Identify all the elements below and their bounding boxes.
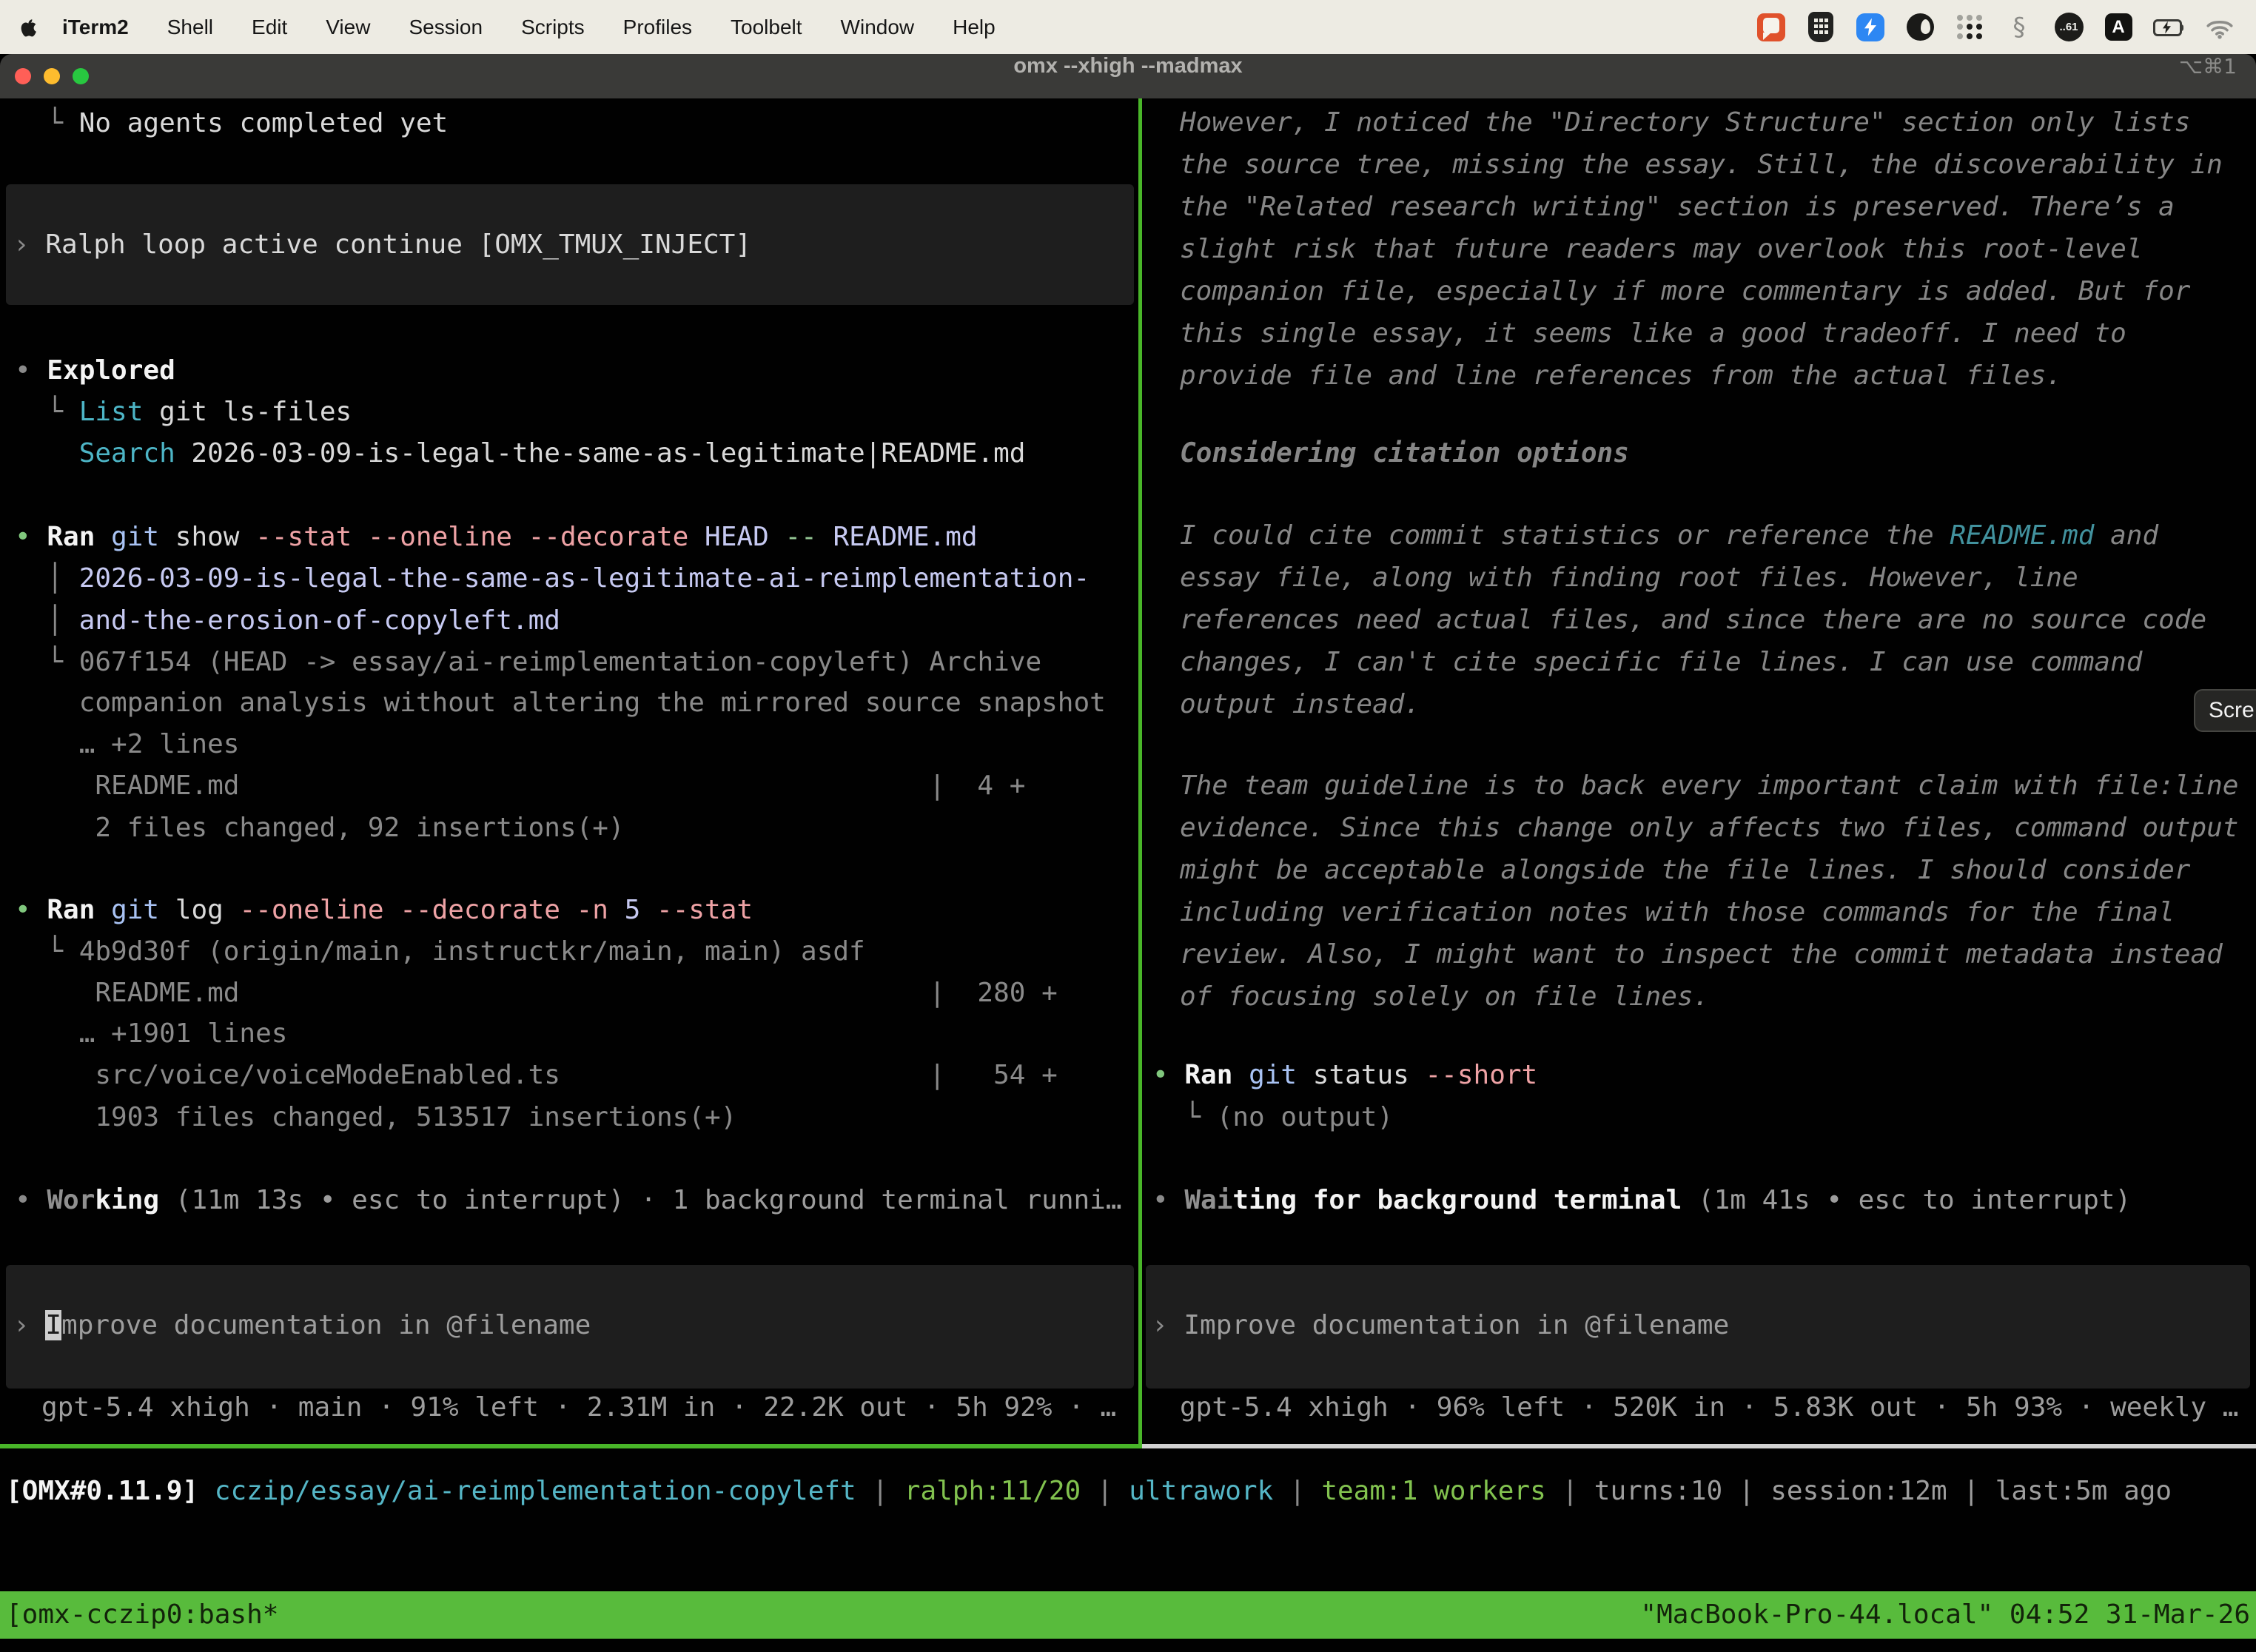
terminal-line: of focusing solely on file lines. — [1180, 976, 1709, 1018]
screen-tooltip: Scre — [2194, 689, 2256, 732]
terminal-line: including verification notes with those … — [1180, 891, 2175, 933]
terminal-line: slight risk that future readers may over… — [1180, 228, 2142, 270]
keyboard-a-icon[interactable] — [2104, 10, 2133, 44]
terminal-line: └ List git ls-files — [15, 391, 352, 433]
terminal-line: └ 4b9d30f (origin/main, instructkr/main,… — [15, 930, 865, 973]
dots-grid-icon[interactable] — [1955, 10, 1984, 44]
macos-menu-bar: iTerm2 Shell Edit View Session Scripts Profile… — [0, 0, 2256, 54]
tmux-host-clock: "MacBook-Pro-44.local" 04:52 31-Mar-26 — [1640, 1591, 2250, 1639]
terminal-line: └ 067f154 (HEAD -> essay/ai-reimplementa… — [15, 641, 1041, 683]
terminal-line: [OMX#0.11.9] cczip/essay/ai-reimplementa… — [6, 1470, 2172, 1512]
window-title-bar[interactable]: omx --xhigh --madmax ⌥⌘1 — [0, 54, 2256, 98]
section-hook-icon[interactable] — [2004, 10, 2034, 44]
menu-item-shell[interactable]: Shell — [167, 16, 213, 39]
terminal-line: • Working (11m 13s • esc to interrupt) ·… — [15, 1179, 1122, 1221]
terminal-line: provide file and line references from th… — [1180, 355, 2062, 397]
terminal-line: gpt-5.4 xhigh · 96% left · 520K in · 5.8… — [1180, 1386, 2238, 1428]
terminal-line: 2 files changed, 92 insertions(+) — [15, 807, 625, 849]
bolt-badge-icon[interactable] — [1856, 10, 1885, 44]
menu-items: iTerm2 Shell Edit View Session Scripts Profile… — [62, 16, 996, 39]
terminal-line: output instead. — [1180, 683, 1420, 725]
keypad-shield-icon[interactable] — [1806, 10, 1836, 44]
menu-item-window[interactable]: Window — [841, 16, 915, 39]
menu-item-scripts[interactable]: Scripts — [521, 16, 585, 39]
menu-item-help[interactable]: Help — [953, 16, 996, 39]
terminal-line: … +2 lines — [15, 723, 239, 765]
terminal-line: • Explored — [15, 349, 175, 392]
active-pane-border — [0, 1444, 1142, 1448]
menu-item-toolbelt[interactable]: Toolbelt — [731, 16, 802, 39]
menu-item-profiles[interactable]: Profiles — [623, 16, 692, 39]
tmux-session-label: [omx-cczip0:bash* — [6, 1591, 278, 1639]
screen: iTerm2 Shell Edit View Session Scripts Profile… — [0, 0, 2256, 1652]
window-shortcut-badge: ⌥⌘1 — [2179, 54, 2237, 78]
inactive-pane-border — [1142, 1444, 2256, 1448]
terminal-line: the "Related research writing" section i… — [1180, 186, 2175, 228]
terminal-line: └ (no output) — [1152, 1096, 1393, 1138]
terminal-line: might be acceptable alongside the file l… — [1180, 849, 2190, 891]
terminal-line: • Ran git status --short — [1152, 1054, 1537, 1096]
terminal-line: │ and-the-erosion-of-copyleft.md — [15, 600, 560, 642]
terminal-line: evidence. Since this change only affects… — [1180, 807, 2238, 849]
tmux-status-bar: [omx-cczip0:bash* "MacBook-Pro-44.local"… — [0, 1591, 2256, 1639]
terminal-line: └ No agents completed yet — [15, 102, 448, 144]
terminal-line: │ 2026-03-09-is-legal-the-same-as-legiti… — [15, 557, 1090, 600]
terminal-line: Search 2026-03-09-is-legal-the-same-as-l… — [15, 432, 1025, 474]
terminal-line: review. Also, I might want to inspect th… — [1180, 933, 2223, 976]
terminal-line: 1903 files changed, 513517 insertions(+) — [15, 1096, 736, 1138]
terminal-line: However, I noticed the "Directory Struct… — [1180, 101, 2190, 144]
screenshot-app-icon[interactable] — [1756, 10, 1786, 44]
terminal-line: companion analysis without altering the … — [15, 682, 1106, 724]
pane-divider[interactable] — [1138, 98, 1142, 1448]
terminal-line: README.md | 4 + — [15, 765, 1025, 807]
terminal-line: the source tree, missing the essay. Stil… — [1180, 144, 2223, 186]
terminal-line: › Improve documentation in @filename — [1152, 1304, 1729, 1346]
menu-item-view[interactable]: View — [326, 16, 370, 39]
terminal-line: references need actual files, and since … — [1180, 599, 2206, 641]
terminal-line: … +1901 lines — [15, 1013, 287, 1055]
menu-item-edit[interactable]: Edit — [252, 16, 287, 39]
terminal-line: this single essay, it seems like a good … — [1180, 312, 2126, 355]
screen-tooltip-label: Scre — [2209, 698, 2255, 722]
terminal-line: • Waiting for background terminal (1m 41… — [1152, 1179, 2131, 1221]
window-title: omx --xhigh --madmax — [0, 54, 2256, 78]
battery-61-badge-icon[interactable] — [2054, 10, 2084, 44]
apple-menu-icon[interactable] — [21, 18, 37, 37]
terminal-line: Considering citation options — [1180, 432, 1629, 474]
battery-charging-icon[interactable] — [2153, 10, 2184, 44]
terminal-line: essay file, along with finding root file… — [1180, 557, 2078, 599]
terminal-line: › Improve documentation in @filename — [13, 1304, 591, 1346]
terminal-line: gpt-5.4 xhigh · main · 91% left · 2.31M … — [41, 1386, 1116, 1428]
menu-item-iterm2[interactable]: iTerm2 — [62, 16, 129, 39]
terminal-line: The team guideline is to back every impo… — [1180, 765, 2238, 807]
terminal-line: companion file, especially if more comme… — [1180, 270, 2190, 312]
terminal-line: • Ran git log --oneline --decorate -n 5 … — [15, 889, 753, 931]
wifi-icon[interactable] — [2204, 10, 2235, 44]
terminal-line: I could cite commit statistics or refere… — [1180, 514, 2158, 557]
menu-status-icons — [1756, 10, 2235, 44]
contrast-pie-icon[interactable] — [1905, 10, 1935, 44]
menu-item-session[interactable]: Session — [409, 16, 483, 39]
omx-status-line: [OMX#0.11.9] cczip/essay/ai-reimplementa… — [0, 1470, 2256, 1512]
terminal-line: src/voice/voiceModeEnabled.ts | 54 + — [15, 1054, 1058, 1096]
terminal-line: changes, I can't cite specific file line… — [1180, 641, 2142, 683]
terminal-line: README.md | 280 + — [15, 972, 1058, 1014]
terminal-line: • Ran git show --stat --oneline --decora… — [15, 516, 978, 558]
terminal-line: › Ralph loop active continue [OMX_TMUX_I… — [13, 224, 751, 266]
